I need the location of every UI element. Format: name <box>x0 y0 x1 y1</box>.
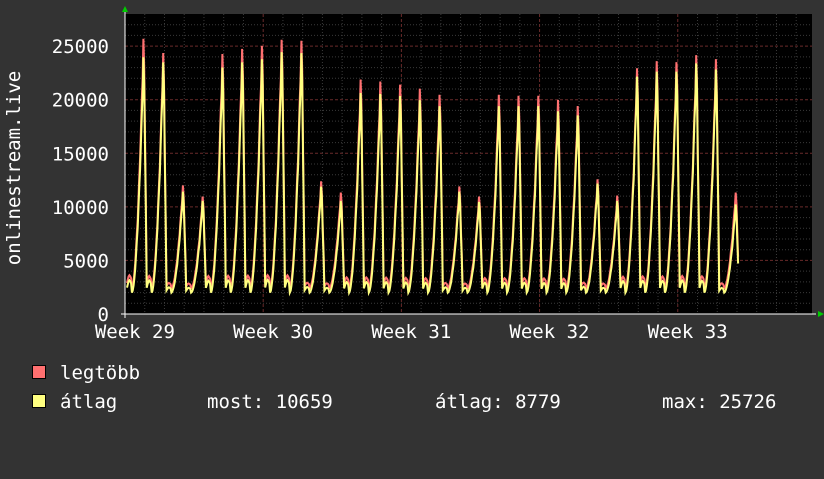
y-tick-labels: 0500010000150002000025000 <box>52 36 109 326</box>
x-tick-labels: Week 29 Week 30 Week 31 Week 32 Week 33 <box>95 321 728 343</box>
chart-svg: 0500010000150002000025000 Week 29 Week 30… <box>3 6 824 343</box>
y-tick-label: 5000 <box>63 250 109 272</box>
x-tick-label: Week 31 <box>371 321 451 343</box>
stat-maximum: max: 25726 <box>662 391 777 413</box>
legend-max-label: legtöbb <box>60 362 141 384</box>
y-tick-label: 20000 <box>52 90 109 112</box>
x-tick-label: Week 32 <box>509 321 589 343</box>
y-tick-label: 10000 <box>52 197 109 219</box>
stat-average: átlag: 8779 <box>435 391 561 413</box>
plot-area <box>125 14 812 314</box>
y-axis-arrow <box>122 6 128 12</box>
x-tick-label: Week 33 <box>648 321 728 343</box>
x-axis-arrow <box>818 311 824 317</box>
legend-max-swatch <box>32 365 46 379</box>
y-tick-label: 25000 <box>52 36 109 58</box>
y-axis-label: onlinestream.live <box>3 71 25 265</box>
y-tick-label: 15000 <box>52 143 109 165</box>
x-tick-label: Week 29 <box>95 321 175 343</box>
stat-current: most: 10659 <box>207 391 333 413</box>
x-tick-label: Week 30 <box>233 321 313 343</box>
grid <box>124 14 812 314</box>
stats-row: most: 10659 átlag: 8779 max: 25726 <box>0 391 824 479</box>
